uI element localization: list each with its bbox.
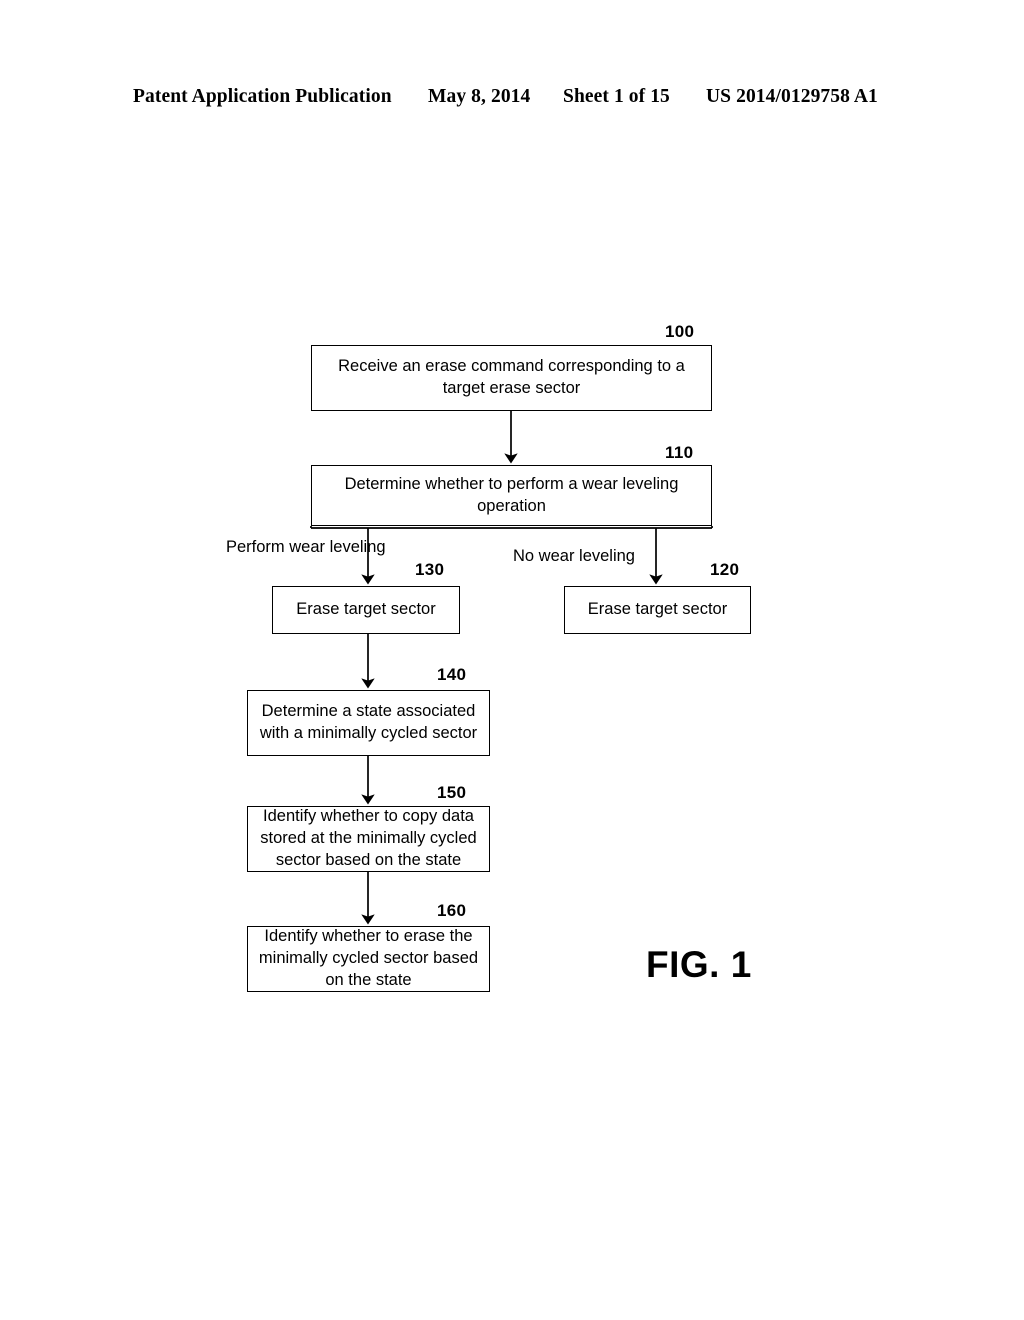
reference-numeral-100: 100: [665, 322, 695, 341]
reference-numeral-130: 130: [415, 560, 445, 579]
process-node-120-text: Erase target sector: [587, 600, 728, 619]
reference-numeral-120: 120: [710, 560, 740, 579]
edge-label-no-wear-leveling: No wear leveling: [513, 547, 635, 565]
process-node-100-text: Receive an erase command corresponding t…: [338, 357, 685, 397]
edge-label-perform-wear-leveling: Perform wear leveling: [226, 538, 386, 556]
process-node-150: Identify whether to copy data stored at …: [247, 806, 490, 872]
reference-numeral-110: 110: [665, 443, 694, 462]
process-node-150-text: Identify whether to copy data stored at …: [260, 807, 477, 869]
figure-caption: FIG. 1: [646, 944, 752, 985]
process-node-130-text: Erase target sector: [296, 600, 436, 619]
flowchart-figure: Receive an erase command corresponding t…: [0, 0, 1024, 1320]
process-node-110-text: Determine whether to perform a wear leve…: [344, 474, 679, 515]
process-node-110: Determine whether to perform a wear leve…: [311, 465, 712, 526]
process-node-130: Erase target sector: [272, 586, 460, 634]
process-node-160-text: Identify whether to erase the minimally …: [258, 927, 479, 989]
flowchart-connectors: [310, 411, 713, 925]
reference-numeral-160: 160: [437, 901, 467, 920]
process-node-140: Determine a state associated with a mini…: [247, 690, 490, 756]
process-node-140-text: Determine a state associated with a mini…: [259, 702, 478, 742]
process-node-160: Identify whether to erase the minimally …: [247, 926, 490, 992]
reference-numeral-140: 140: [437, 665, 467, 684]
process-node-100: Receive an erase command corresponding t…: [311, 345, 712, 411]
reference-numeral-150: 150: [437, 783, 467, 802]
process-node-120: Erase target sector: [564, 586, 751, 634]
